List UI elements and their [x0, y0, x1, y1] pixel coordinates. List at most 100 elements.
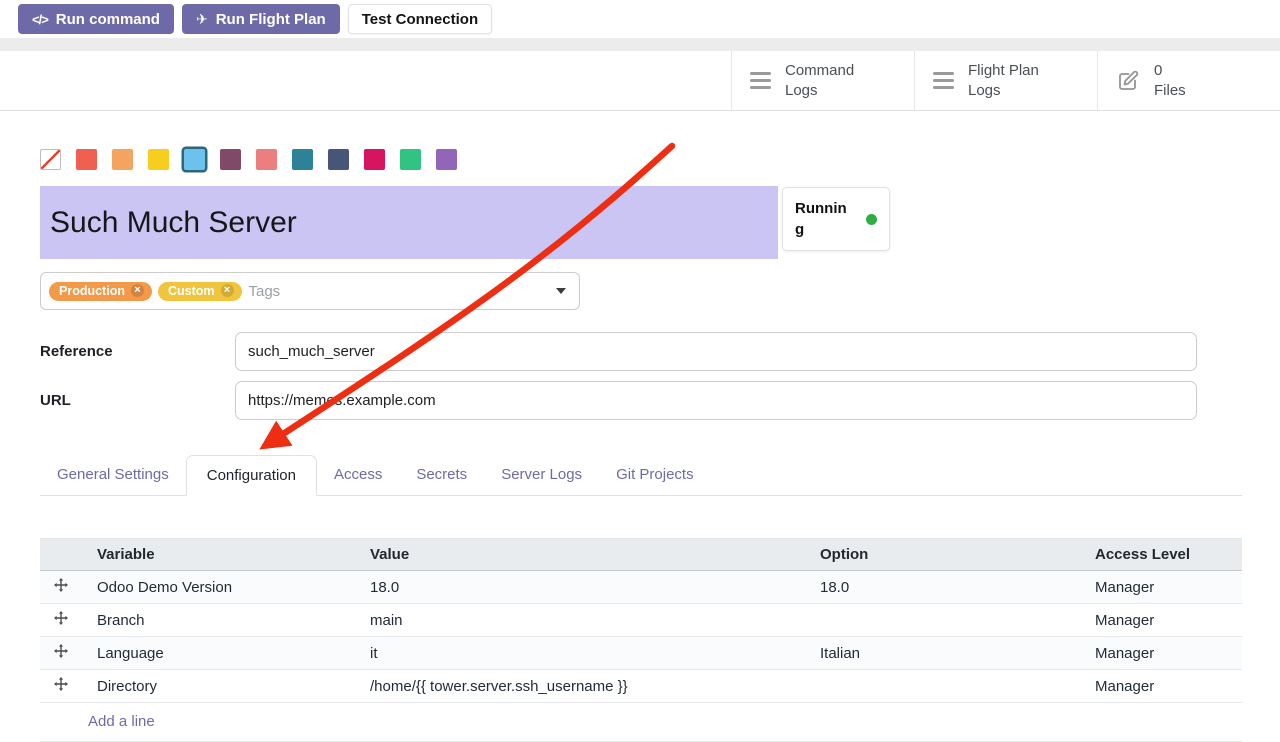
reference-input[interactable] [235, 332, 1197, 371]
add-line-row: Add a line [40, 703, 1242, 742]
color-swatch-yellow[interactable] [148, 149, 169, 170]
page-gap [0, 38, 1280, 51]
tab-access[interactable]: Access [317, 455, 399, 495]
button-box: Command Logs Flight Plan Logs 0 Files [0, 51, 1280, 111]
files-count: 0 [1154, 61, 1186, 81]
cell-value[interactable]: 18.0 [354, 571, 804, 604]
cell-value[interactable]: it [354, 637, 804, 670]
color-picker [40, 149, 1242, 170]
table-row[interactable]: Branchmain Manager [40, 604, 1242, 637]
url-label: URL [40, 392, 235, 409]
cell-access-level[interactable]: Manager [1079, 604, 1242, 637]
tag-production: Production × [49, 282, 152, 301]
drag-handle-icon [54, 644, 68, 658]
tab-git-projects[interactable]: Git Projects [599, 455, 711, 495]
url-field-row: URL [40, 381, 1242, 420]
test-connection-label: Test Connection [362, 11, 478, 28]
table-row[interactable]: Odoo Demo Version18.018.0Manager [40, 571, 1242, 604]
column-header-variable[interactable]: Variable [81, 539, 354, 571]
app-window: </> Run command ✈ Run Flight Plan Test C… [0, 0, 1280, 742]
notebook-tabs: General SettingsConfigurationAccessSecre… [40, 455, 1242, 496]
form-sheet: Such Much Server Running Production×Cust… [0, 149, 1280, 742]
test-connection-button[interactable]: Test Connection [348, 4, 492, 34]
status-button[interactable]: Running [782, 187, 890, 251]
run-flight-plan-label: Run Flight Plan [216, 11, 326, 28]
status-dot-icon [866, 214, 877, 225]
reference-field-row: Reference [40, 332, 1242, 371]
column-header-value[interactable]: Value [354, 539, 804, 571]
bars-icon [933, 72, 954, 89]
drag-handle-icon [54, 611, 68, 625]
tab-configuration[interactable]: Configuration [186, 455, 317, 496]
tags-input[interactable]: Production × Custom × Tags [40, 272, 580, 310]
color-swatch-light-blue[interactable] [184, 149, 205, 170]
files-button[interactable]: 0 Files [1097, 51, 1280, 110]
run-command-label: Run command [56, 11, 160, 28]
cell-option[interactable]: Italian [804, 637, 1079, 670]
cell-access-level[interactable]: Manager [1079, 571, 1242, 604]
tags-list: Production × Custom × [49, 282, 242, 301]
tag-remove-icon[interactable]: × [131, 284, 144, 297]
cell-value[interactable]: /home/{{ tower.server.ssh_username }} [354, 670, 804, 703]
cell-option[interactable] [804, 670, 1079, 703]
color-swatch-red[interactable] [76, 149, 97, 170]
code-icon: </> [32, 12, 48, 27]
cell-variable[interactable]: Language [81, 637, 354, 670]
drag-handle-icon [54, 677, 68, 691]
command-logs-button[interactable]: Command Logs [731, 51, 914, 110]
cell-variable[interactable]: Branch [81, 604, 354, 637]
column-header-access-level[interactable]: Access Level [1079, 539, 1242, 571]
table-row[interactable]: Directory/home/{{ tower.server.ssh_usern… [40, 670, 1242, 703]
url-input[interactable] [235, 381, 1197, 420]
cell-value[interactable]: main [354, 604, 804, 637]
pencil-square-icon [1116, 69, 1140, 93]
files-label: Files [1154, 81, 1186, 101]
cell-access-level[interactable]: Manager [1079, 637, 1242, 670]
tag-label: Custom [168, 284, 215, 298]
color-swatch-none[interactable] [40, 149, 61, 170]
drag-handle[interactable] [40, 604, 81, 637]
drag-handle[interactable] [40, 637, 81, 670]
color-swatch-purple[interactable] [436, 149, 457, 170]
tab-server-logs[interactable]: Server Logs [484, 455, 599, 495]
tab-general-settings[interactable]: General Settings [40, 455, 186, 495]
cell-variable[interactable]: Odoo Demo Version [81, 571, 354, 604]
drag-handle[interactable] [40, 670, 81, 703]
color-swatch-fuchsia[interactable] [364, 149, 385, 170]
command-logs-label: Command Logs [785, 61, 871, 100]
color-swatch-orange[interactable] [112, 149, 133, 170]
color-swatch-salmon[interactable] [256, 149, 277, 170]
tag-remove-icon[interactable]: × [221, 284, 234, 297]
chevron-down-icon[interactable] [556, 288, 566, 294]
add-a-line-link[interactable]: Add a line [88, 713, 155, 730]
reference-label: Reference [40, 343, 235, 360]
table-row[interactable]: LanguageitItalianManager [40, 637, 1242, 670]
column-header-option[interactable]: Option [804, 539, 1079, 571]
run-command-button[interactable]: </> Run command [18, 4, 174, 34]
top-toolbar: </> Run command ✈ Run Flight Plan Test C… [0, 0, 1280, 38]
cell-variable[interactable]: Directory [81, 670, 354, 703]
tags-placeholder: Tags [249, 283, 281, 300]
flight-plan-logs-button[interactable]: Flight Plan Logs [914, 51, 1097, 110]
flight-plan-logs-label: Flight Plan Logs [968, 61, 1054, 100]
variables-table: VariableValueOptionAccess Level Odoo Dem… [40, 538, 1242, 742]
drag-handle-icon [54, 578, 68, 592]
cell-option[interactable]: 18.0 [804, 571, 1079, 604]
drag-handle[interactable] [40, 571, 81, 604]
color-swatch-teal[interactable] [292, 149, 313, 170]
paper-plane-icon: ✈ [196, 11, 208, 28]
color-swatch-dark-blue[interactable] [328, 149, 349, 170]
tag-label: Production [59, 284, 125, 298]
cell-option[interactable] [804, 604, 1079, 637]
title-row: Such Much Server Running [40, 186, 1242, 259]
server-name-input[interactable]: Such Much Server [40, 186, 778, 259]
handle-column-header [40, 539, 81, 571]
color-swatch-dark-purple[interactable] [220, 149, 241, 170]
color-swatch-green[interactable] [400, 149, 421, 170]
status-label: Running [795, 198, 847, 240]
table-header-row: VariableValueOptionAccess Level [40, 539, 1242, 571]
run-flight-plan-button[interactable]: ✈ Run Flight Plan [182, 4, 340, 34]
tab-secrets[interactable]: Secrets [399, 455, 484, 495]
cell-access-level[interactable]: Manager [1079, 670, 1242, 703]
tag-custom: Custom × [158, 282, 242, 301]
